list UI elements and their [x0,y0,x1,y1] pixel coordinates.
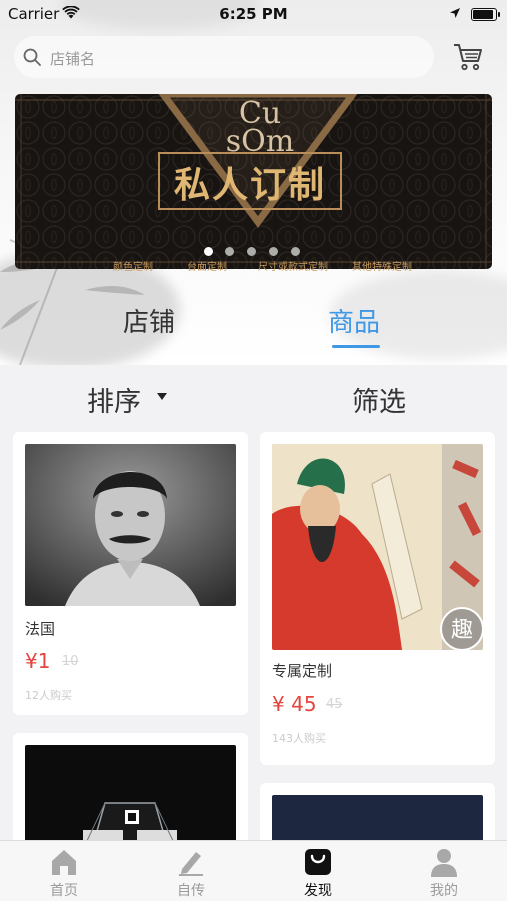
tab-label: 发现 [304,883,332,899]
product-name: 法国 [25,620,56,638]
banner-decor-text: Cu sOm [225,96,295,159]
tab-products[interactable]: 商品 [328,302,380,339]
banner-label: 台面定制 [187,262,227,273]
banner-label: 尺寸或款式定制 [258,262,328,273]
location-arrow-icon [450,8,460,18]
page-dot[interactable] [291,247,300,256]
search-placeholder: 店铺名 [50,50,96,68]
tab-label: 自传 [177,883,205,899]
search-bar[interactable]: 店铺名 [14,36,434,78]
bottom-tab-bar: 首页 自传 发现 我的 [0,840,507,901]
product-original-price: 45 [326,697,343,712]
clock: 6:25 PM [219,5,288,23]
product-original-price: 10 [62,654,79,669]
pen-icon [179,852,203,876]
tab-label: 首页 [50,883,78,899]
product-badge: 趣 [451,618,473,643]
product-card[interactable]: 法国 ¥1 10 12人购买 [13,432,248,715]
product-sold-count: 143人购买 [272,732,326,745]
page-dot[interactable] [247,247,256,256]
tab-label: 我的 [430,883,458,899]
page-dot[interactable] [225,247,234,256]
product-price: ¥1 [25,649,51,673]
home-icon [52,850,76,875]
banner-label: 颜色定制 [113,262,153,273]
tab-profile[interactable]: 我的 [394,841,494,901]
tab-autobiography[interactable]: 自传 [141,841,241,901]
banner-label: 其他特殊定制 [352,262,412,273]
banner-title: 私人订制 [173,164,326,206]
product-image: 趣 [272,444,483,650]
product-price: ¥ 45 [272,692,317,716]
product-sold-count: 12人购买 [25,689,72,702]
product-image [25,444,236,606]
active-tab-indicator [332,345,380,348]
tab-discover[interactable]: 发现 [268,841,368,901]
shopping-cart-icon[interactable] [452,42,484,72]
status-bar: Carrier 6:25 PM [0,0,507,28]
tab-home[interactable]: 首页 [14,841,114,901]
tab-stores[interactable]: 店铺 [123,302,175,339]
product-card[interactable]: 趣 专属定制 ¥ 45 45 143人购买 [260,432,495,765]
sort-button[interactable]: 排序 [87,380,141,419]
page-dot-active[interactable] [204,247,213,256]
shopping-bag-icon [305,849,331,875]
search-icon [23,48,41,66]
user-icon [431,849,457,877]
filter-button[interactable]: 筛选 [352,380,406,419]
page-dot[interactable] [269,247,278,256]
sort-caret-icon [157,393,167,400]
product-name: 专属定制 [272,662,333,680]
battery-icon [471,8,500,21]
